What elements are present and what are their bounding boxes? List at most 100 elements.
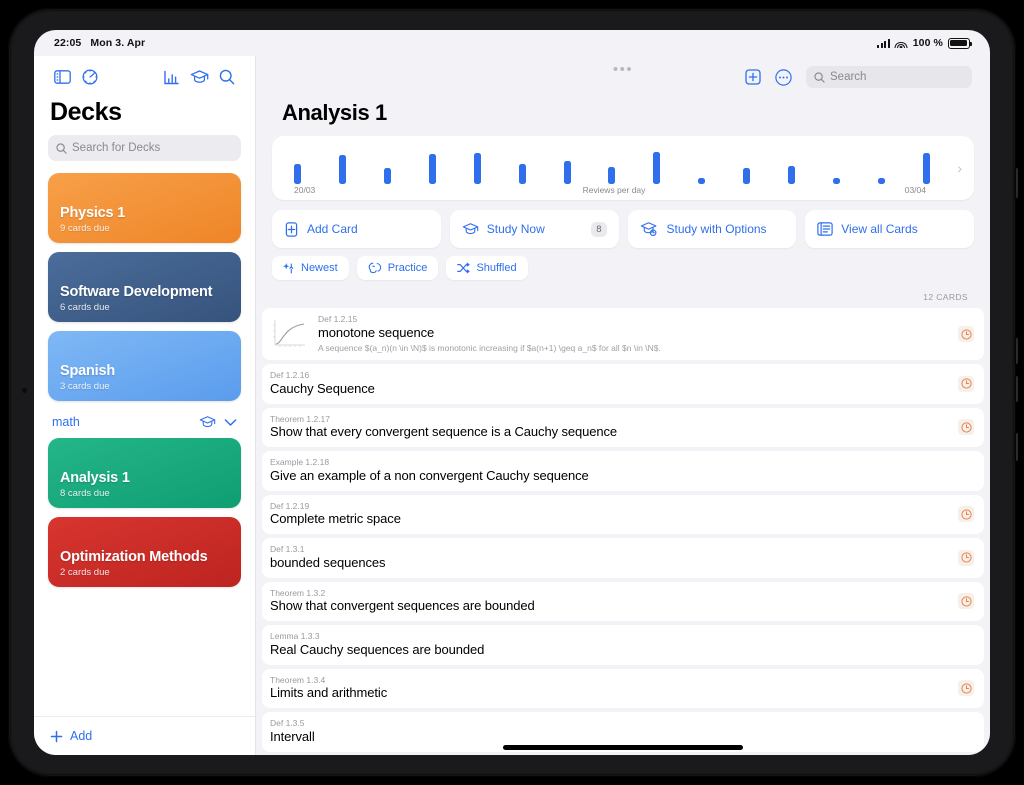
settings-dial-icon[interactable] (76, 64, 104, 90)
main-content: ••• Search Analysis 1 20/03 Reviews per … (256, 56, 990, 755)
add-deck-button[interactable]: Add (34, 716, 255, 755)
brain-icon (368, 262, 381, 274)
card-kind: Theorem 1.2.17 (270, 413, 331, 424)
deck-due-count: 6 cards due (60, 302, 110, 313)
add-square-icon[interactable] (745, 69, 761, 85)
deck-group-math[interactable]: math (48, 410, 241, 438)
newest-chip[interactable]: Newest (272, 256, 349, 280)
card-thumbnail-chart (270, 317, 308, 351)
graduation-cap-icon[interactable] (199, 415, 216, 429)
deck-due-count: 8 cards due (60, 488, 110, 499)
chart-bar (338, 155, 346, 184)
deck-due-count: 3 cards due (60, 381, 110, 392)
search-placeholder: Search (830, 71, 867, 83)
card-kind: Theorem 1.3.2 (270, 587, 326, 598)
due-clock-badge[interactable] (958, 506, 974, 523)
shuffled-label: Shuffled (476, 262, 517, 274)
card-row[interactable]: Def 1.3.1 bounded sequences (262, 538, 984, 578)
volume-down-button[interactable] (1014, 376, 1018, 402)
chart-bar (428, 154, 436, 184)
add-card-button[interactable]: Add Card (272, 210, 441, 248)
sidebar: Decks Search for Decks Physics 1 9 cards… (34, 56, 256, 755)
card-row[interactable]: Def 1.2.19 Complete metric space (262, 494, 984, 535)
statistics-icon[interactable] (157, 64, 185, 90)
reviews-chart[interactable]: 20/03 Reviews per day 03/04 › (272, 136, 974, 200)
search-icon (56, 142, 67, 154)
chart-start-label: 20/03 (294, 185, 316, 195)
study-with-options-button[interactable]: Study with Options (627, 210, 797, 248)
sidebar-toggle-icon[interactable] (48, 64, 76, 90)
deck-search-field[interactable]: Search for Decks (48, 135, 241, 161)
chart-bar (294, 163, 301, 184)
card-kind: Lemma 1.3.3 (270, 631, 320, 642)
search-icon[interactable] (213, 64, 241, 90)
action-buttons: Add Card Study Now 8 Study with Options … (272, 210, 974, 248)
study-now-button[interactable]: Study Now 8 (449, 210, 619, 248)
card-title: monotone sequence (318, 324, 435, 340)
deck-card-software-development[interactable]: Software Development 6 cards due (48, 252, 241, 322)
card-list[interactable]: Def 1.2.15 monotone sequence A sequence $(… (256, 308, 990, 755)
main-toolbar: ••• Search (256, 56, 990, 94)
card-row[interactable]: Def 1.2.15 monotone sequence A sequence $(… (262, 308, 984, 360)
deck-card-physics-1[interactable]: Physics 1 9 cards due (48, 173, 241, 243)
deck-due-count: 9 cards due (60, 223, 110, 234)
list-icon (817, 222, 833, 236)
stats-panel: 20/03 Reviews per day 03/04 › Add Card S… (272, 136, 974, 280)
deck-name: Software Development (60, 284, 213, 301)
card-kind: Example 1.2.18 (270, 457, 330, 468)
chart-next-icon[interactable]: › (957, 161, 962, 175)
search-icon (814, 71, 825, 83)
card-title: Give an example of a non convergent Cauc… (270, 467, 589, 483)
card-title: Show that every convergent sequence is a… (270, 424, 618, 440)
card-content: Example 1.2.18 Give an example of a non c… (270, 457, 948, 485)
study-with-options-label: Study with Options (666, 222, 767, 236)
multitask-handle[interactable]: ••• (613, 62, 633, 77)
card-content: Theorem 1.2.17 Show that every convergent… (270, 414, 948, 442)
due-clock-badge[interactable] (958, 549, 974, 566)
card-title: Intervall (270, 728, 315, 744)
due-clock-badge[interactable] (958, 680, 974, 697)
cards-count: 12 CARDS (923, 292, 968, 302)
view-all-cards-label: View all Cards (841, 222, 918, 236)
screen: 22:05 Mon 3. Apr 100 % Decks Search for … (34, 30, 990, 755)
deck-name: Physics 1 (60, 205, 126, 222)
card-row[interactable]: Theorem 1.3.2 Show that convergent sequen… (262, 581, 984, 622)
side-button[interactable] (1014, 433, 1018, 461)
chart-bar (563, 161, 571, 184)
card-row[interactable]: Lemma 1.3.3 Real Cauchy sequences are bou… (262, 625, 984, 665)
chart-bar (473, 152, 481, 184)
card-row[interactable]: Def 1.2.16 Cauchy Sequence (262, 364, 984, 404)
card-kind: Def 1.3.1 (270, 544, 305, 555)
more-circle-icon[interactable] (775, 68, 792, 86)
graduation-cap-icon[interactable] (185, 64, 213, 90)
card-row[interactable]: Example 1.2.18 Give an example of a non c… (262, 451, 984, 491)
due-clock-badge[interactable] (958, 419, 974, 436)
deck-card-spanish[interactable]: Spanish 3 cards due (48, 331, 241, 401)
practice-chip[interactable]: Practice (356, 256, 439, 280)
chevron-down-icon[interactable] (224, 418, 237, 427)
graduation-cap-gear-icon (640, 222, 656, 237)
study-now-label: Study Now (486, 222, 545, 236)
volume-up-button[interactable] (1014, 338, 1018, 364)
card-row[interactable]: Theorem 1.3.4 Limits and arithmetic (262, 668, 984, 709)
deck-card-analysis-1[interactable]: Analysis 1 8 cards due (48, 438, 241, 508)
deck-name: Spanish (60, 363, 115, 380)
wifi-icon (894, 38, 908, 48)
practice-label: Practice (387, 262, 428, 274)
due-clock-badge[interactable] (958, 326, 974, 342)
deck-name: Optimization Methods (60, 549, 208, 566)
sidebar-toolbar (34, 56, 255, 92)
card-content: Def 1.3.5 Intervall (270, 718, 948, 746)
search-input[interactable]: Search (806, 66, 972, 88)
chart-bar (518, 163, 526, 184)
deck-title: Analysis 1 (282, 100, 387, 125)
view-all-cards-button[interactable]: View all Cards (805, 210, 974, 248)
power-button[interactable] (1014, 168, 1018, 198)
due-clock-badge[interactable] (958, 593, 974, 610)
shuffled-chip[interactable]: Shuffled (446, 256, 528, 280)
card-row[interactable]: Theorem 1.2.17 Show that every convergent… (262, 407, 984, 448)
deck-card-optimization-methods[interactable]: Optimization Methods 2 cards due (48, 517, 241, 587)
deck-group-label: math (52, 415, 80, 429)
due-clock-badge[interactable] (958, 375, 974, 392)
chart-end-label: 03/04 (904, 185, 926, 195)
